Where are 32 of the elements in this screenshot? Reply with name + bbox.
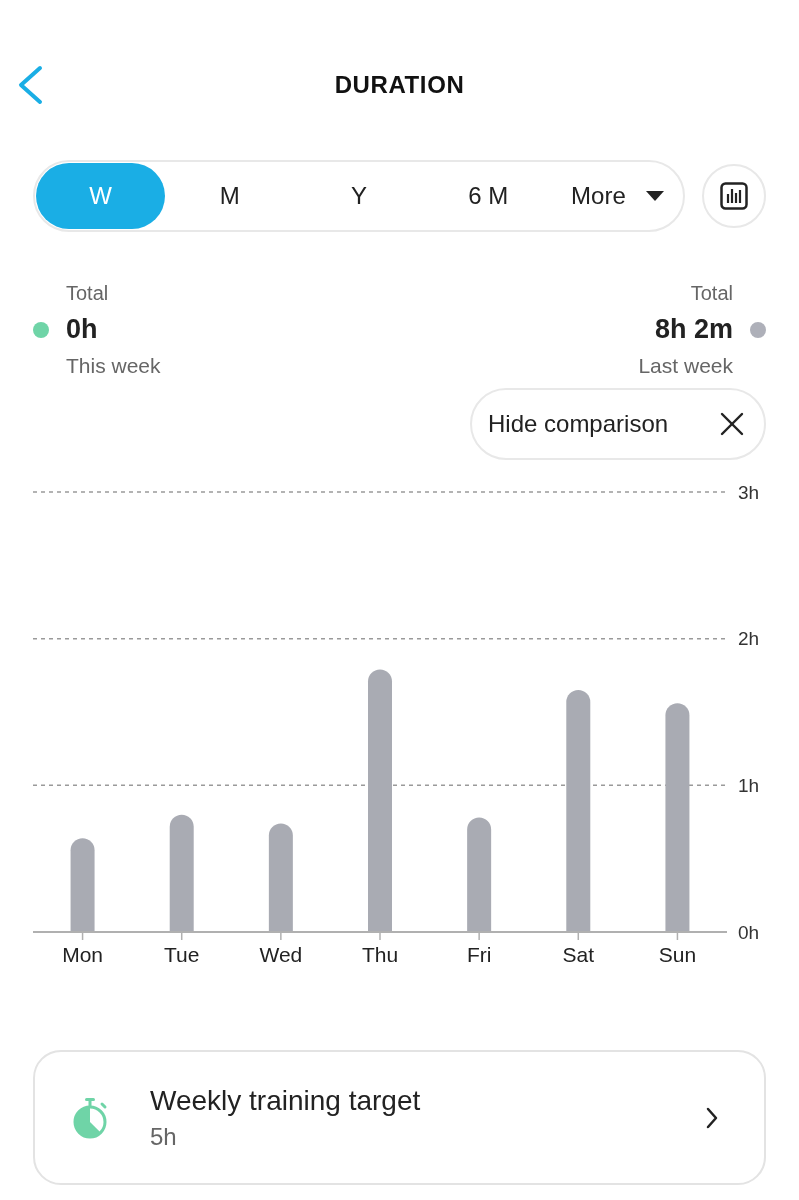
card-title: Weekly training target: [150, 1083, 422, 1118]
x-axis-label: Tue: [164, 942, 200, 966]
x-axis-label: Mon: [62, 942, 103, 966]
bar-chart-icon: [720, 182, 748, 210]
total-value: 8h 2m: [654, 313, 733, 346]
x-axis-label: Wed: [259, 942, 303, 966]
x-axis-label: Sun: [658, 942, 697, 966]
y-axis-label: 3h: [738, 481, 760, 503]
back-icon[interactable]: [17, 65, 43, 105]
chevron-right-icon: [706, 1106, 718, 1129]
y-axis-label: 1h: [738, 774, 760, 796]
period-tab[interactable]: More: [552, 163, 682, 229]
period-tab[interactable]: Y: [294, 163, 424, 229]
total-label: Total: [66, 281, 109, 306]
hide-comparison-button[interactable]: Hide comparison: [470, 388, 766, 460]
y-axis-label: 0h: [738, 921, 760, 943]
training-target-card[interactable]: Weekly training target 5h: [33, 1050, 766, 1185]
period-caption: Last week: [638, 353, 733, 379]
period-caption: This week: [66, 353, 161, 379]
stopwatch-icon: [71, 1096, 109, 1139]
target-value: 5h: [150, 1121, 178, 1152]
y-axis-label: 2h: [738, 628, 760, 650]
page-title: DURATION: [334, 71, 465, 99]
x-axis-label: Thu: [361, 942, 399, 966]
x-axis-label: Sat: [562, 942, 595, 966]
x-axis-label: Fri: [466, 942, 492, 966]
close-icon: [720, 412, 744, 436]
total-label: Total: [690, 281, 733, 306]
period-tab[interactable]: 6 M: [423, 163, 553, 229]
caret-icon: [645, 191, 664, 201]
total-value: 0h: [66, 313, 98, 346]
period-tab[interactable]: M: [165, 163, 295, 229]
